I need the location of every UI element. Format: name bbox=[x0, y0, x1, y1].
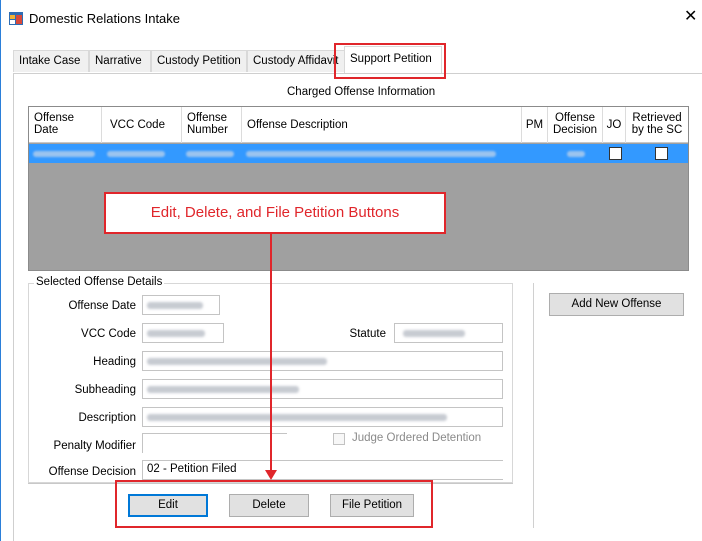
heading-field[interactable] bbox=[142, 351, 503, 371]
offense-date-field[interactable] bbox=[142, 295, 220, 315]
grid-header: Offense Date VCC Code Offense Number Off… bbox=[29, 107, 688, 143]
col-pm[interactable]: PM bbox=[522, 107, 548, 143]
jo-checkbox[interactable] bbox=[609, 147, 622, 160]
col-offense-number[interactable]: Offense Number bbox=[182, 107, 242, 143]
annotation-arrow-line bbox=[270, 234, 272, 474]
vcc-code-field[interactable] bbox=[142, 323, 224, 343]
col-offense-description[interactable]: Offense Description bbox=[242, 107, 522, 143]
judge-ordered-detention-checkbox[interactable] bbox=[333, 433, 345, 445]
vertical-divider bbox=[533, 283, 534, 528]
col-jo[interactable]: JO bbox=[603, 107, 626, 143]
buttons-highlight bbox=[115, 480, 433, 528]
description-label: Description bbox=[78, 412, 136, 424]
subheading-label: Subheading bbox=[74, 384, 136, 396]
redacted-vcc-code bbox=[107, 151, 165, 157]
statute-label: Statute bbox=[349, 328, 386, 340]
close-icon[interactable]: ✕ bbox=[684, 9, 697, 25]
annotation-arrow-head bbox=[265, 470, 277, 480]
col-retrieved-by-sc[interactable]: Retrieved by the SC bbox=[626, 107, 688, 143]
penalty-modifier-field[interactable] bbox=[142, 433, 287, 453]
app-icon bbox=[9, 12, 23, 25]
charged-offense-title: Charged Offense Information bbox=[287, 86, 436, 98]
penalty-modifier-label: Penalty Modifier bbox=[53, 440, 136, 452]
redacted-offense-number bbox=[186, 151, 234, 157]
vcc-code-label: VCC Code bbox=[81, 328, 136, 340]
annotation-callout: Edit, Delete, and File Petition Buttons bbox=[104, 192, 446, 234]
redacted-description bbox=[246, 151, 496, 157]
col-offense-date[interactable]: Offense Date bbox=[29, 107, 102, 143]
heading-label: Heading bbox=[93, 356, 136, 368]
offense-date-label: Offense Date bbox=[68, 300, 136, 312]
offense-grid[interactable]: Offense Date VCC Code Offense Number Off… bbox=[28, 106, 689, 271]
tab-intake-case[interactable]: Intake Case bbox=[13, 50, 89, 72]
tab-custody-petition[interactable]: Custody Petition bbox=[151, 50, 247, 72]
selected-offense-details-legend: Selected Offense Details bbox=[34, 276, 165, 288]
subheading-field[interactable] bbox=[142, 379, 503, 399]
offense-decision-label: Offense Decision bbox=[48, 466, 136, 478]
redacted-offense-date bbox=[33, 151, 95, 157]
offense-decision-field[interactable]: 02 - Petition Filed bbox=[142, 460, 503, 480]
description-field[interactable] bbox=[142, 407, 503, 427]
col-vcc-code[interactable]: VCC Code bbox=[102, 107, 182, 143]
redacted-decision bbox=[567, 151, 585, 157]
window-title: Domestic Relations Intake bbox=[29, 11, 181, 26]
support-petition-highlight bbox=[334, 43, 446, 79]
table-row[interactable] bbox=[29, 144, 688, 163]
judge-ordered-detention-label: Judge Ordered Detention bbox=[352, 432, 482, 444]
retrieved-checkbox[interactable] bbox=[655, 147, 668, 160]
tab-custody-affidavit[interactable]: Custody Affidavit bbox=[247, 50, 346, 72]
tab-narrative[interactable]: Narrative bbox=[89, 50, 151, 72]
col-offense-decision[interactable]: Offense Decision bbox=[548, 107, 603, 143]
add-new-offense-button[interactable]: Add New Offense bbox=[549, 293, 684, 316]
statute-field[interactable] bbox=[394, 323, 503, 343]
